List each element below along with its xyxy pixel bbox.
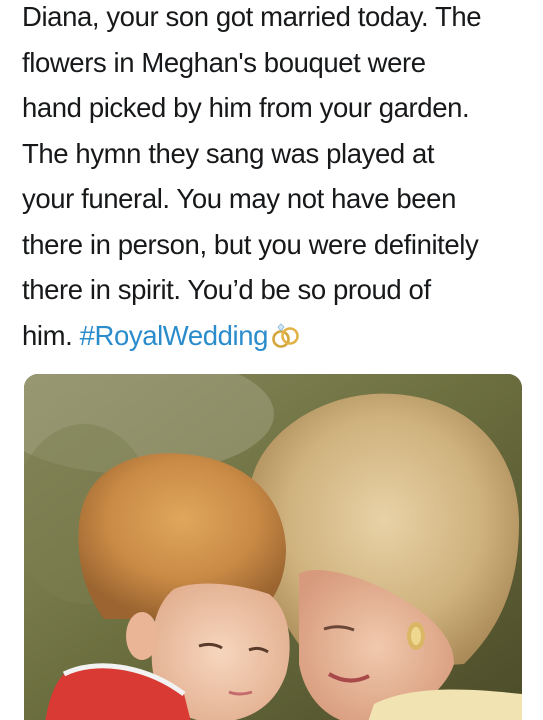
tweet-text-line: there in person, but you were definitely xyxy=(22,228,479,260)
hashtag-link[interactable]: #RoyalWedding xyxy=(80,320,269,351)
tweet-text-prefix: him. xyxy=(22,319,80,351)
photo-illustration xyxy=(24,374,522,720)
tweet-text-line: there in spirit. You’d be so proud of xyxy=(22,274,431,305)
tweet-text: Diana, your son got married today. The f… xyxy=(22,0,532,362)
tweet-text-last-line: him. #RoyalWedding xyxy=(22,313,532,363)
tweet-photo[interactable] xyxy=(24,374,522,720)
tweet-text-line: your funeral. You may not have been xyxy=(22,183,456,214)
tweet-text-line: Diana, your son got married today. The xyxy=(22,1,482,32)
rings-icon xyxy=(271,317,301,363)
tweet-text-line: flowers in Meghan's bouquet were xyxy=(22,46,426,78)
tweet-text-line: hand picked by him from your garden. xyxy=(22,92,470,123)
tweet-text-line: The hymn they sang was played at xyxy=(22,137,435,169)
